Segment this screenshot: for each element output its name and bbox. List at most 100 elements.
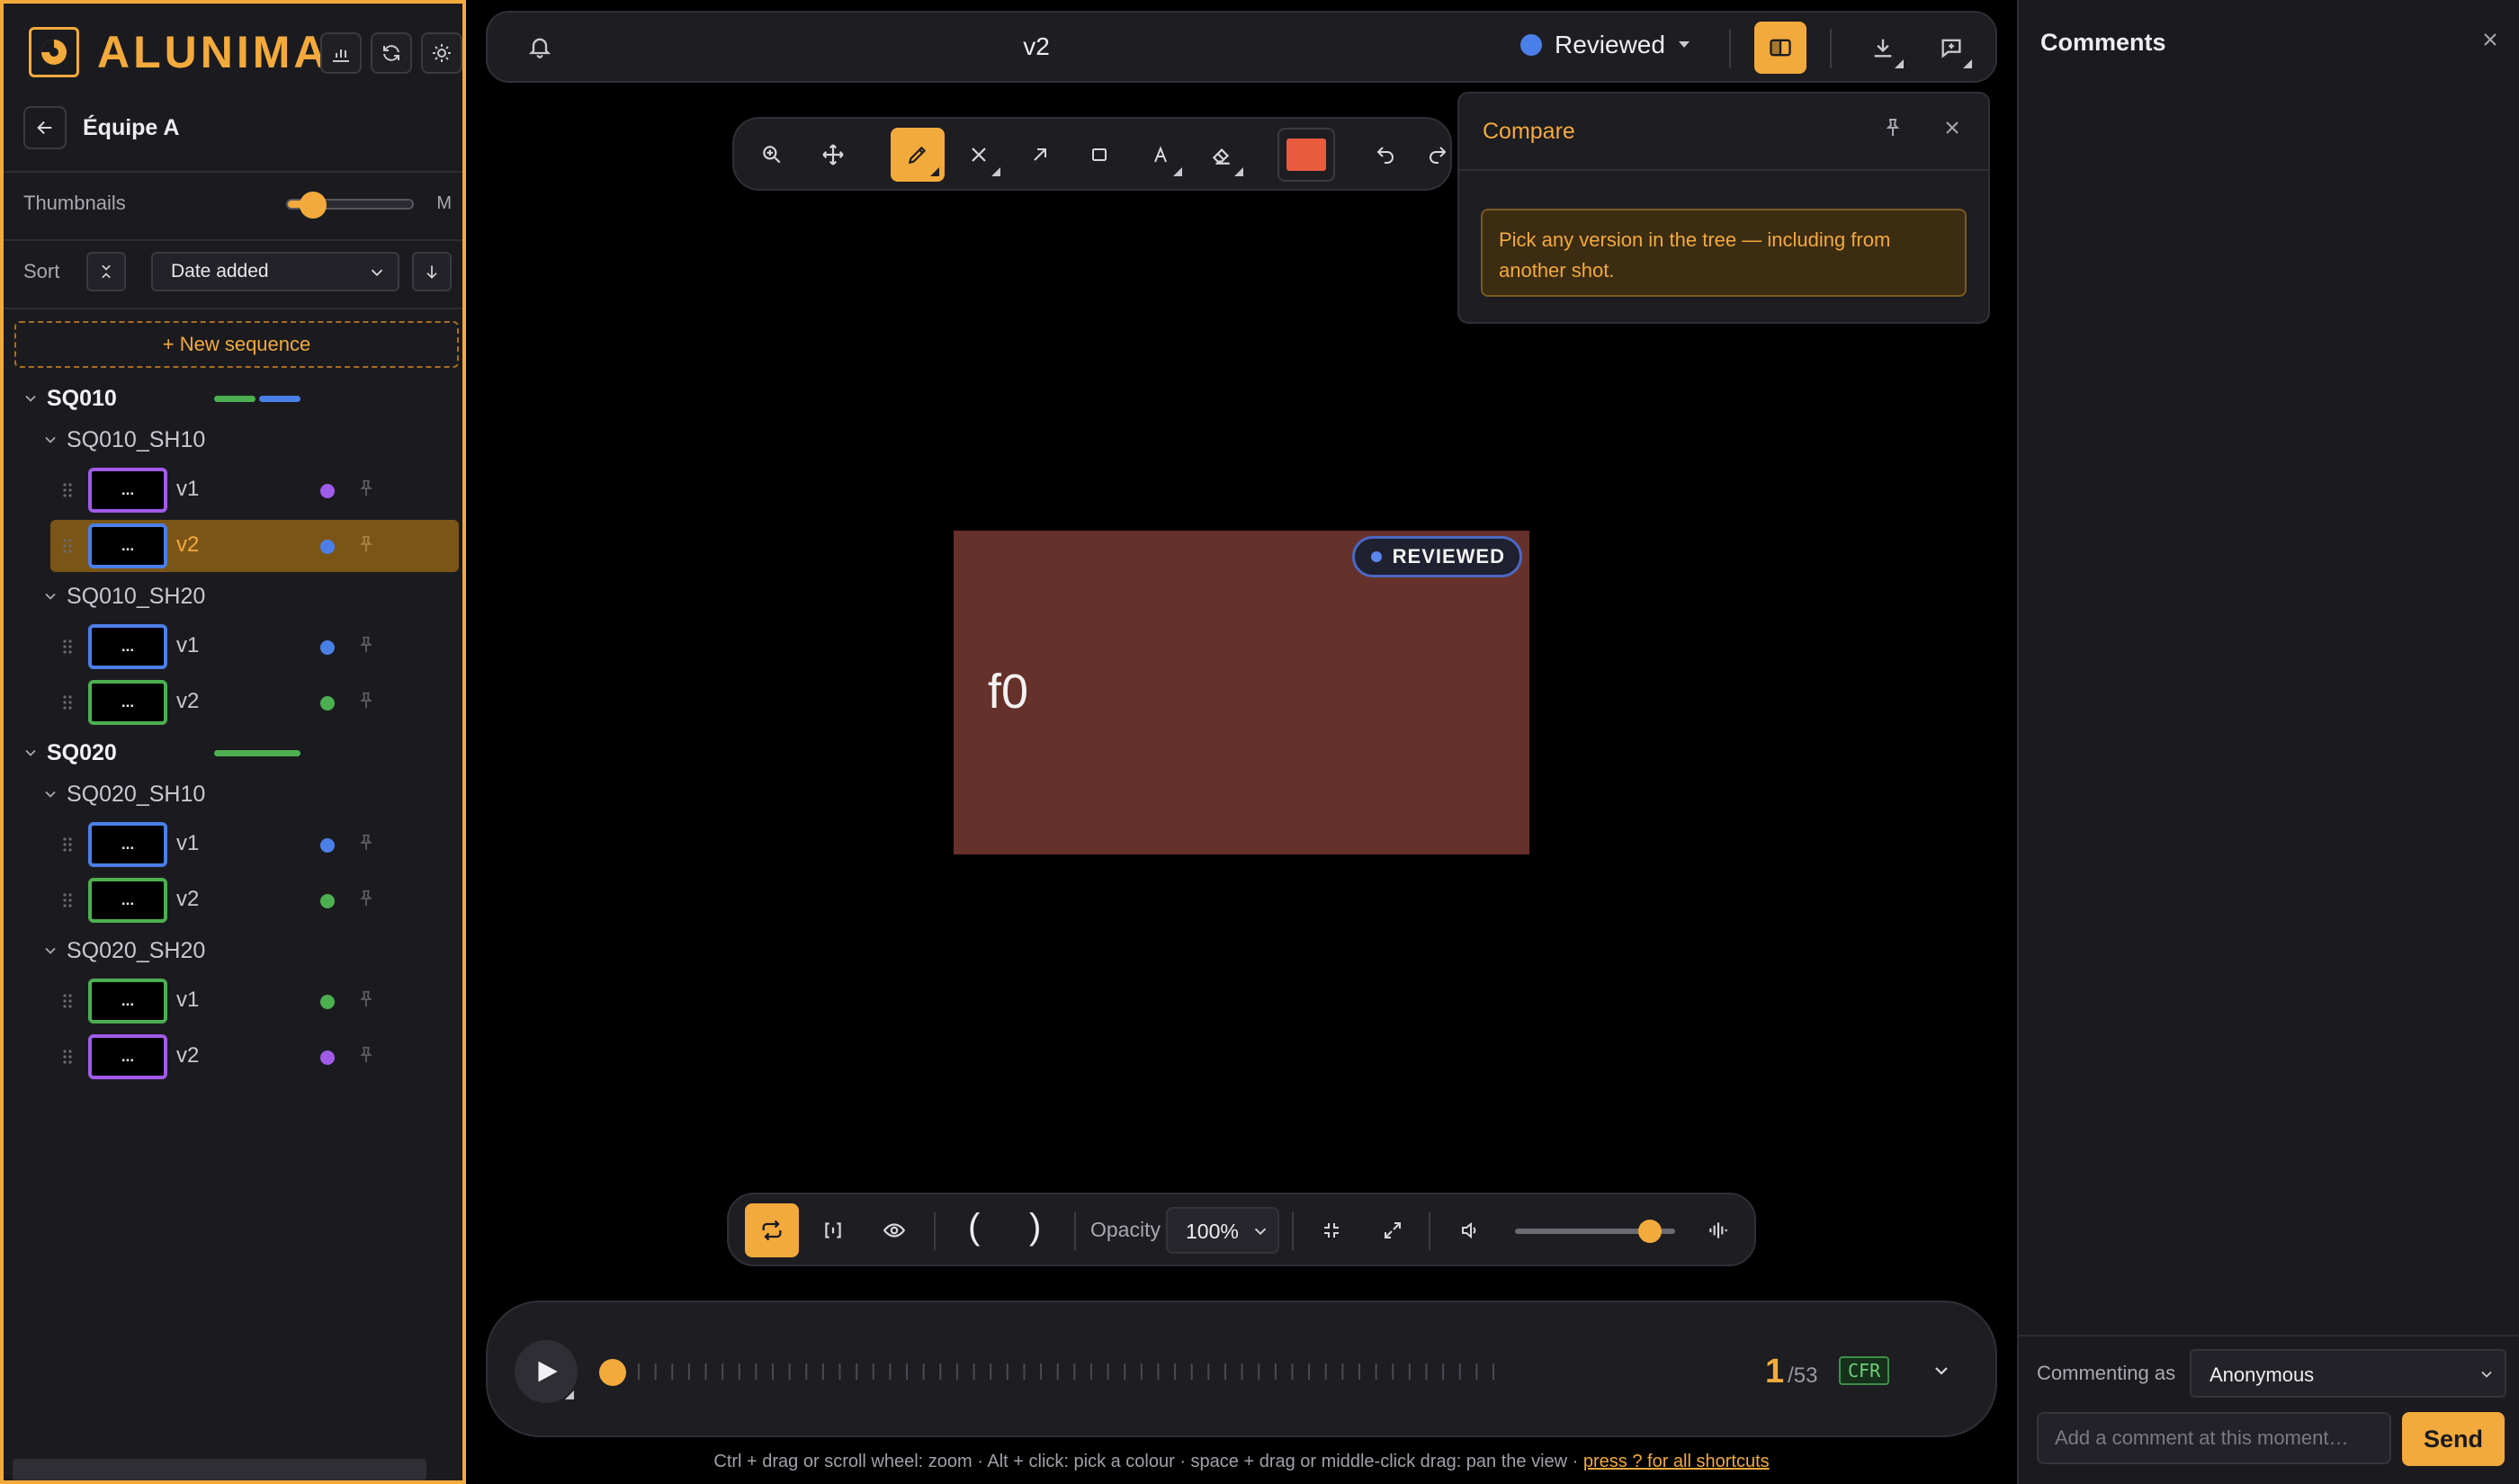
sequence-progress-bar	[214, 396, 255, 402]
zoom-tool[interactable]	[745, 128, 799, 182]
chevron-down-icon[interactable]	[41, 785, 59, 803]
status-dot	[1370, 551, 1382, 562]
sequence-row[interactable]: SQ020	[4, 732, 462, 773]
mute-button[interactable]	[1443, 1203, 1497, 1257]
pin-icon[interactable]	[356, 988, 376, 1011]
eraser-tool[interactable]	[1195, 128, 1249, 182]
drag-handle-icon[interactable]	[63, 538, 72, 554]
pin-icon[interactable]	[356, 831, 376, 854]
rectangle-tool[interactable]	[1072, 128, 1126, 182]
pin-icon[interactable]	[356, 633, 376, 657]
sort-direction-button[interactable]	[412, 252, 452, 291]
shot-row[interactable]: SQ020_SH20	[4, 930, 462, 971]
expand-timeline-button[interactable]	[1931, 1360, 1952, 1386]
shortcuts-link[interactable]: press ? for all shortcuts	[1583, 1452, 1770, 1471]
close-compare-button[interactable]	[1941, 117, 1963, 143]
shot-row[interactable]: SQ010_SH10	[4, 419, 462, 460]
collapse-icon	[102, 264, 111, 279]
version-row[interactable]: ... v2	[50, 1031, 459, 1083]
play-button[interactable]	[515, 1340, 578, 1403]
arrow-up-right-icon	[1034, 148, 1046, 161]
chevron-down-icon[interactable]	[22, 744, 40, 762]
version-row[interactable]: ... v2	[50, 874, 459, 926]
new-sequence-button[interactable]: + New sequence	[14, 321, 459, 368]
drag-handle-icon[interactable]	[63, 639, 72, 655]
close-comments-button[interactable]	[2479, 29, 2501, 55]
frame-ticks	[638, 1363, 1494, 1380]
chevron-down-icon[interactable]	[41, 431, 59, 449]
comment-input[interactable]	[2037, 1412, 2391, 1464]
pin-icon[interactable]	[356, 477, 376, 500]
drag-handle-icon[interactable]	[63, 993, 72, 1009]
waveform-button[interactable]	[1691, 1203, 1745, 1257]
set-out-point-button[interactable]: )	[1029, 1207, 1041, 1247]
x-icon	[972, 148, 986, 162]
drag-handle-icon[interactable]	[63, 836, 72, 853]
version-label: v1	[176, 988, 200, 1012]
status-dot	[320, 995, 335, 1009]
fit-view-button[interactable]	[1304, 1203, 1358, 1257]
text-tool[interactable]	[1134, 128, 1188, 182]
horizontal-scrollbar[interactable]	[13, 1459, 426, 1480]
set-in-point-button[interactable]: (	[968, 1207, 980, 1247]
thumbnail-size-slider[interactable]	[286, 192, 414, 219]
refresh-button[interactable]	[371, 32, 412, 74]
send-button[interactable]: Send	[2402, 1412, 2505, 1466]
slider-knob[interactable]	[299, 192, 327, 219]
version-row[interactable]: ... v1	[50, 621, 459, 673]
undo-button[interactable]	[1358, 128, 1412, 182]
scrubber[interactable]	[599, 1359, 1499, 1386]
drag-handle-icon[interactable]	[63, 482, 72, 498]
pin-compare-button[interactable]	[1882, 117, 1904, 143]
shot-row[interactable]: SQ020_SH10	[4, 773, 462, 815]
pin-icon[interactable]	[356, 1043, 376, 1067]
chevron-down-icon[interactable]	[41, 942, 59, 960]
volume-knob[interactable]	[1637, 1220, 1662, 1243]
sequence-row[interactable]: SQ010	[4, 378, 462, 419]
status-badge-label: REVIEWED	[1392, 545, 1505, 568]
stats-button[interactable]	[320, 32, 362, 74]
pin-icon[interactable]	[356, 887, 376, 910]
version-thumbnail: ...	[88, 523, 167, 568]
download-button[interactable]	[1857, 22, 1909, 74]
version-row[interactable]: ... v1	[50, 975, 459, 1027]
arrow-tool[interactable]	[1013, 128, 1067, 182]
color-picker-button[interactable]	[1277, 128, 1335, 182]
opacity-select[interactable]: 100%	[1166, 1207, 1279, 1254]
chevron-down-icon[interactable]	[41, 587, 59, 605]
version-row[interactable]: ... v2	[50, 520, 459, 572]
version-row[interactable]: ... v1	[50, 464, 459, 516]
drag-handle-icon[interactable]	[63, 892, 72, 908]
chevron-down-icon[interactable]	[22, 389, 40, 407]
loop-button[interactable]	[745, 1203, 799, 1257]
theme-toggle-button[interactable]	[421, 32, 462, 74]
collapse-all-button[interactable]	[86, 252, 126, 291]
drag-handle-icon[interactable]	[63, 694, 72, 711]
pin-icon[interactable]	[356, 532, 376, 556]
playhead[interactable]	[599, 1359, 626, 1386]
pin-icon[interactable]	[356, 689, 376, 712]
status-dropdown[interactable]: Reviewed	[1520, 31, 1690, 59]
onion-skin-button[interactable]	[867, 1203, 921, 1257]
compare-toggle-button[interactable]	[1754, 22, 1806, 74]
video-frame[interactable]: f0 REVIEWED	[954, 531, 1529, 854]
fullscreen-button[interactable]	[1366, 1203, 1420, 1257]
sort-select[interactable]: Date added	[151, 252, 399, 291]
drag-handle-icon[interactable]	[63, 1049, 72, 1065]
divider	[934, 1212, 936, 1250]
commenter-select[interactable]: Anonymous	[2190, 1349, 2506, 1398]
back-button[interactable]	[23, 106, 67, 149]
comment-mode-button[interactable]	[1925, 22, 1977, 74]
pan-tool[interactable]	[806, 128, 860, 182]
chevron-down-icon	[1254, 1228, 1267, 1236]
move-icon	[822, 144, 844, 165]
shot-row[interactable]: SQ010_SH20	[4, 576, 462, 617]
divider	[1830, 29, 1832, 68]
cross-tool[interactable]	[952, 128, 1006, 182]
volume-slider[interactable]	[1515, 1220, 1675, 1243]
redo-button[interactable]	[1411, 128, 1450, 182]
version-row[interactable]: ... v2	[50, 676, 459, 729]
version-row[interactable]: ... v1	[50, 818, 459, 871]
pen-tool[interactable]	[891, 128, 945, 182]
range-button[interactable]	[806, 1203, 860, 1257]
